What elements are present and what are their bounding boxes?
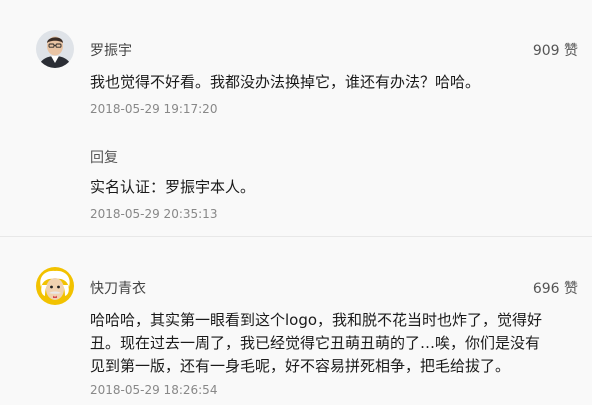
comment-item: 快刀青衣 696 赞 哈哈哈，其实第一眼看到这个logo，我和脱不花当时也炸了，…: [0, 236, 592, 405]
comment-text-line: 哈哈哈，其实第一眼看到这个logo，我和脱不花当时也炸了，觉得好: [90, 311, 543, 329]
reply-label: 回复: [90, 150, 118, 166]
reply-text: 实名认证：罗振宇本人。: [90, 178, 256, 196]
einstein-avatar-icon: [36, 267, 74, 305]
comment-text-line: 丑。现在过去一周了，我已经觉得它丑萌丑萌的了…唉，你们是没有: [90, 334, 541, 352]
username[interactable]: 快刀青衣: [90, 278, 146, 298]
comment-text-line: 见到第一版，还有一身毛呢，好不容易拼死相争，把毛给拔了。: [90, 357, 511, 375]
comment-timestamp: 2018-05-29 19:17:20: [90, 102, 218, 116]
like-count[interactable]: 909 赞: [533, 40, 578, 60]
avatar[interactable]: [36, 267, 74, 305]
reply-timestamp: 2018-05-29 20:35:13: [90, 207, 218, 221]
username[interactable]: 罗振宇: [90, 40, 132, 60]
like-count[interactable]: 696 赞: [533, 278, 578, 298]
comment-text: 我也觉得不好看。我都没办法换掉它，谁还有办法？哈哈。: [90, 73, 481, 91]
comment-text: 哈哈哈，其实第一眼看到这个logo，我和脱不花当时也炸了，觉得好 丑。现在过去一…: [90, 309, 578, 378]
comment-item: 罗振宇 909 赞 我也觉得不好看。我都没办法换掉它，谁还有办法？哈哈。 201…: [0, 0, 592, 236]
avatar[interactable]: [36, 30, 74, 68]
user-avatar-icon: [36, 30, 74, 68]
comment-timestamp: 2018-05-29 18:26:54: [90, 383, 218, 397]
